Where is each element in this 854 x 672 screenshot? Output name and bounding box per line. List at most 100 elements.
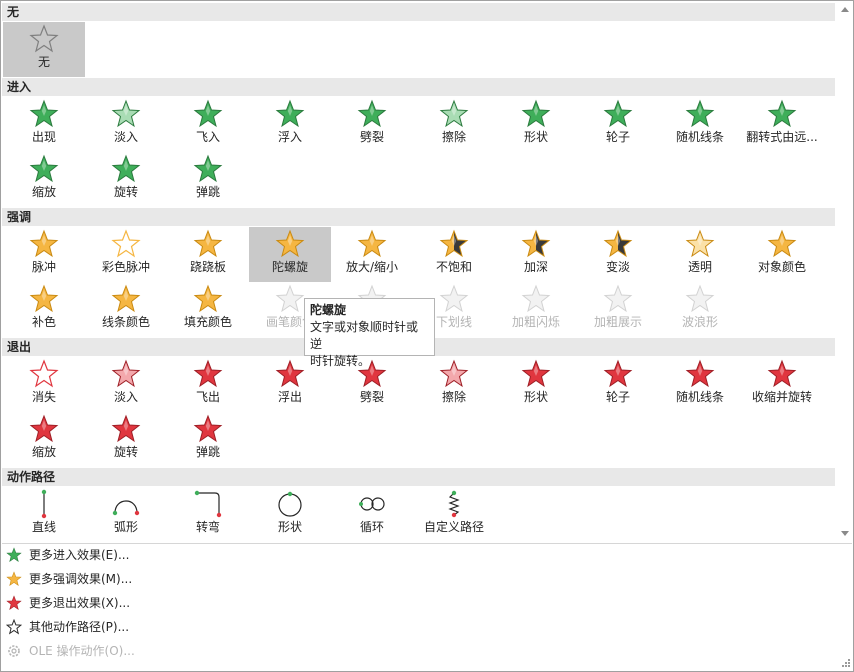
- emphasis-star-icon: [6, 571, 22, 587]
- paths-effect-0[interactable]: 直线: [3, 487, 85, 542]
- emphasis-effect-3[interactable]: 陀螺旋: [249, 227, 331, 282]
- exit-effect-1-label: 淡入: [113, 390, 138, 404]
- entrance-effect-9-icon: [767, 99, 797, 128]
- exit-effect-12-icon: [193, 414, 223, 443]
- emphasis-effect-2-label: 跷跷板: [189, 260, 226, 274]
- paths-effect-3[interactable]: 形状: [249, 487, 331, 542]
- more-emphasis-effects[interactable]: 更多强调效果(M)...: [1, 568, 836, 590]
- exit-effect-0[interactable]: 消失: [3, 357, 85, 412]
- exit-effect-6[interactable]: 形状: [495, 357, 577, 412]
- entrance-effect-4[interactable]: 劈裂: [331, 97, 413, 152]
- entrance-effect-1-icon: [111, 99, 141, 128]
- exit-effect-10-label: 缩放: [31, 445, 56, 459]
- exit-effect-7[interactable]: 轮子: [577, 357, 659, 412]
- emphasis-effect-11[interactable]: 线条颜色: [85, 282, 167, 337]
- exit-effect-2-label: 飞出: [195, 390, 220, 404]
- entrance-effect-1[interactable]: 淡入: [85, 97, 167, 152]
- paths-effect-1-icon: [112, 500, 140, 516]
- emphasis-effect-10-icon: [29, 284, 59, 313]
- path-star-outline-icon: [6, 619, 22, 635]
- entrance-effect-7-label: 轮子: [605, 130, 630, 144]
- exit-effect-11[interactable]: 旋转: [85, 412, 167, 467]
- exit-effect-1-icon: [111, 359, 141, 388]
- entrance-effect-4-icon: [357, 99, 387, 128]
- emphasis-effect-0-label: 脉冲: [31, 260, 56, 274]
- exit-effect-9[interactable]: 收缩并旋转: [741, 357, 823, 412]
- gear-icon: [8, 645, 20, 657]
- entrance-effect-9[interactable]: 翻转式由远...: [741, 97, 823, 152]
- entrance-effect-12[interactable]: 弹跳: [167, 152, 249, 207]
- emphasis-effect-12-label: 填充颜色: [183, 315, 232, 329]
- entrance-effect-5-label: 擦除: [441, 130, 466, 144]
- emphasis-effect-8-icon: [685, 229, 715, 258]
- emphasis-effect-17[interactable]: 加粗展示: [577, 282, 659, 337]
- emphasis-effect-9[interactable]: 对象颜色: [741, 227, 823, 282]
- entrance-effect-6[interactable]: 形状: [495, 97, 577, 152]
- paths-effect-4[interactable]: 循环: [331, 487, 413, 542]
- scroll-up-arrow-icon[interactable]: [841, 7, 849, 12]
- emphasis-effect-6[interactable]: 加深: [495, 227, 577, 282]
- emphasis-effect-18-icon: [685, 284, 715, 313]
- more-entrance-effects[interactable]: 更多进入效果(E)...: [1, 544, 836, 566]
- entrance-effect-5[interactable]: 擦除: [413, 97, 495, 152]
- entrance-effect-7-icon: [603, 99, 633, 128]
- emphasis-effect-5[interactable]: 不饱和: [413, 227, 495, 282]
- exit-effect-6-label: 形状: [523, 390, 548, 404]
- paths-effect-2[interactable]: 转弯: [167, 487, 249, 542]
- emphasis-effect-8-label: 透明: [687, 260, 712, 274]
- emphasis-effect-3-icon: [275, 229, 305, 258]
- paths-effect-3-icon: [278, 491, 302, 517]
- paths-effect-5[interactable]: 自定义路径: [413, 487, 495, 542]
- exit-effect-3-icon: [275, 359, 305, 388]
- emphasis-effect-12[interactable]: 填充颜色: [167, 282, 249, 337]
- section-header-entrance: 进入: [2, 78, 835, 96]
- emphasis-effect-16[interactable]: 加粗闪烁: [495, 282, 577, 337]
- entrance-effect-2[interactable]: 飞入: [167, 97, 249, 152]
- entrance-effect-9-label: 翻转式由远...: [746, 130, 818, 144]
- exit-effect-8-label: 随机线条: [675, 390, 724, 404]
- exit-effect-7-label: 轮子: [605, 390, 630, 404]
- vertical-scrollbar[interactable]: [836, 1, 853, 543]
- entrance-effect-0[interactable]: 出现: [3, 97, 85, 152]
- exit-effect-7-icon: [603, 359, 633, 388]
- entrance-effect-11[interactable]: 旋转: [85, 152, 167, 207]
- exit-effect-9-icon: [767, 359, 797, 388]
- more-exit-effects[interactable]: 更多退出效果(X)...: [1, 592, 836, 614]
- entrance-effect-6-label: 形状: [523, 130, 548, 144]
- exit-effect-5-label: 擦除: [441, 390, 466, 404]
- emphasis-effect-6-label: 加深: [523, 260, 548, 274]
- entrance-effect-10[interactable]: 缩放: [3, 152, 85, 207]
- entrance-effect-3-icon: [275, 99, 305, 128]
- emphasis-effect-1-icon: [111, 229, 141, 258]
- entrance-effect-2-label: 飞入: [195, 130, 220, 144]
- emphasis-effect-1[interactable]: 彩色脉冲: [85, 227, 167, 282]
- emphasis-effect-10[interactable]: 补色: [3, 282, 85, 337]
- exit-effect-12[interactable]: 弹跳: [167, 412, 249, 467]
- entrance-effect-8[interactable]: 随机线条: [659, 97, 741, 152]
- paths-effect-5-icon: [448, 490, 460, 518]
- emphasis-effect-18[interactable]: 波浪形: [659, 282, 741, 337]
- exit-effect-2[interactable]: 飞出: [167, 357, 249, 412]
- exit-effect-8[interactable]: 随机线条: [659, 357, 741, 412]
- paths-effect-0-icon: [41, 489, 47, 519]
- more-motion-paths[interactable]: 其他动作路径(P)...: [1, 616, 836, 638]
- entrance-effect-7[interactable]: 轮子: [577, 97, 659, 152]
- paths-effect-1[interactable]: 弧形: [85, 487, 167, 542]
- tooltip: 陀螺旋 文字或对象顺时针或逆 时针旋转。: [304, 298, 435, 368]
- exit-effect-1[interactable]: 淡入: [85, 357, 167, 412]
- scroll-down-arrow-icon[interactable]: [841, 531, 849, 536]
- emphasis-effect-17-icon: [603, 284, 633, 313]
- paths-effect-4-icon: [359, 497, 385, 511]
- emphasis-effect-0[interactable]: 脉冲: [3, 227, 85, 282]
- effect-none[interactable]: 无: [3, 22, 85, 77]
- ole-action-verbs[interactable]: OLE 操作动作(O)...: [1, 640, 836, 662]
- emphasis-effect-7[interactable]: 变淡: [577, 227, 659, 282]
- emphasis-effect-8[interactable]: 透明: [659, 227, 741, 282]
- resize-grip-icon[interactable]: [839, 658, 851, 670]
- emphasis-effect-4[interactable]: 放大/缩小: [331, 227, 413, 282]
- paths-effect-1-label: 弧形: [113, 520, 138, 534]
- emphasis-effect-16-icon: [521, 284, 551, 313]
- entrance-effect-3[interactable]: 浮入: [249, 97, 331, 152]
- exit-effect-10[interactable]: 缩放: [3, 412, 85, 467]
- emphasis-effect-2[interactable]: 跷跷板: [167, 227, 249, 282]
